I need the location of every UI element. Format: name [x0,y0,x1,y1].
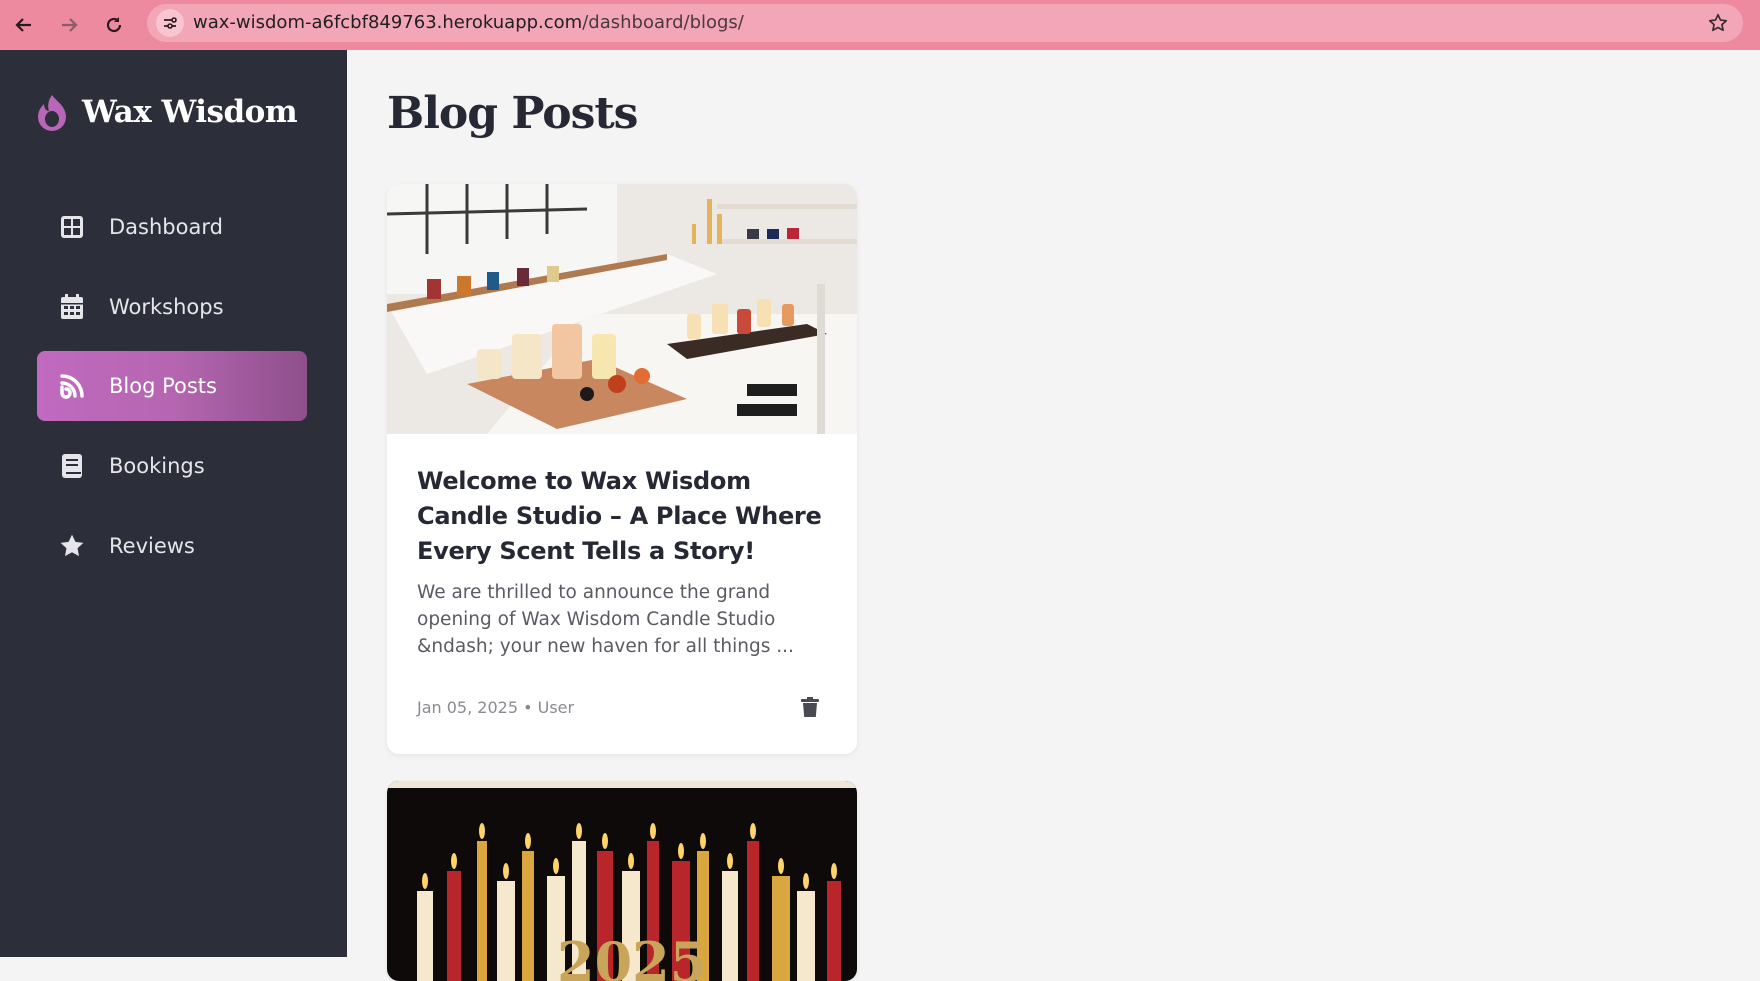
post-title[interactable]: Welcome to Wax Wisdom Candle Studio – A … [417,434,827,569]
sidebar-item-reviews[interactable]: Reviews [37,511,307,581]
site-info-button[interactable] [156,9,184,37]
candle-studio-photo [387,184,857,434]
book-icon [59,453,85,479]
sidebar-item-label: Blog Posts [109,374,217,398]
calendar-icon [59,294,85,320]
forward-button[interactable] [54,10,84,40]
bookmark-star-icon[interactable] [1707,12,1729,34]
rss-feed-icon [59,373,85,399]
flame-logo-icon [38,95,66,131]
reload-button[interactable] [99,10,129,40]
post-body: Welcome to Wax Wisdom Candle Studio – A … [387,434,857,754]
year-2025-text: 2025 [557,930,707,981]
sidebar-item-dashboard[interactable]: Dashboard [37,192,307,262]
blog-post-card[interactable]: 2025 [387,781,857,981]
brand-name: Wax Wisdom [82,94,298,130]
sidebar-item-label: Bookings [109,454,205,478]
arrow-right-icon [62,18,78,32]
tune-icon [164,17,177,29]
sidebar-item-blog-posts[interactable]: Blog Posts [37,351,307,421]
reload-icon [106,17,122,33]
post-meta: Jan 05, 2025 • User [417,690,827,754]
post-image [387,184,857,434]
new-year-candles-photo: 2025 [387,781,857,981]
sidebar-item-label: Reviews [109,534,195,558]
sidebar-item-workshops[interactable]: Workshops [37,272,307,342]
sidebar-item-label: Workshops [109,295,224,319]
arrow-left-icon [15,18,31,32]
page-title: Blog Posts [387,88,638,139]
sidebar: Wax Wisdom Dashboard Workshops Blog Post… [0,50,347,957]
brand[interactable]: Wax Wisdom [36,92,298,132]
sidebar-item-bookings[interactable]: Bookings [37,431,307,501]
browser-toolbar: wax-wisdom-a6fcbf849763.herokuapp.com/da… [0,0,1760,50]
sidebar-item-label: Dashboard [109,215,223,239]
dashboard-grid-icon [59,214,85,240]
blog-post-card[interactable]: Welcome to Wax Wisdom Candle Studio – A … [387,184,857,754]
post-image: 2025 [387,781,857,981]
post-author: User [537,697,575,717]
post-excerpt: We are thrilled to announce the grand op… [417,582,794,657]
post-date-author: Jan 05, 2025 • User [417,697,575,717]
url-path: /dashboard/blogs/ [582,12,744,33]
back-button[interactable] [9,10,39,40]
trash-icon[interactable] [799,696,821,718]
star-icon [59,533,85,559]
address-bar[interactable]: wax-wisdom-a6fcbf849763.herokuapp.com/da… [147,4,1743,42]
url-host: wax-wisdom-a6fcbf849763.herokuapp.com [193,12,583,33]
post-date: Jan 05, 2025 [417,697,518,717]
url-text: wax-wisdom-a6fcbf849763.herokuapp.com/da… [193,4,744,42]
